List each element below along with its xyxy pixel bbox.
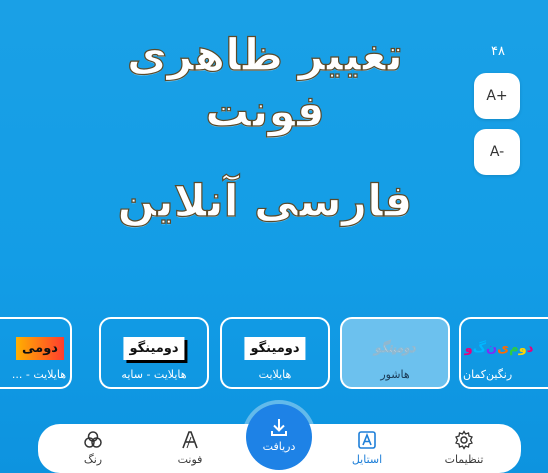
app-root: تغییر ظاهری فونت فارسی آنلاین ۴۸ A+ A- د…: [0, 0, 548, 473]
rainbow-letter: گ: [472, 341, 487, 356]
download-button[interactable]: دریافت: [246, 404, 312, 470]
style-icon: [358, 431, 376, 449]
preview-line-1: تغییر ظاهری فونت: [126, 29, 404, 137]
rainbow-letter: و: [464, 341, 473, 356]
style-sample-partial: دومی: [16, 337, 64, 360]
style-card-highlight[interactable]: دومینگو هایلایت: [220, 317, 330, 389]
style-card-partial[interactable]: دومی هایلایت - ...: [0, 317, 72, 389]
download-label: دریافت: [262, 440, 296, 453]
style-card-label: هایلایت - ...: [11, 368, 66, 381]
nav-color[interactable]: رنگ: [58, 430, 128, 466]
nav-color-label: رنگ: [83, 453, 103, 466]
style-card-label: رنگین‌کمان: [463, 368, 513, 381]
rainbow-letter: د: [526, 341, 534, 356]
text-preview: تغییر ظاهری فونت فارسی آنلاین: [60, 28, 470, 230]
style-card-rainbow[interactable]: دومینگو رنگین‌کمان: [459, 317, 548, 389]
nav-settings-label: تنظیمات: [444, 453, 484, 466]
style-card-label: هاشور: [380, 368, 410, 381]
style-sample-highlight-shadow: دومینگو: [123, 337, 185, 360]
nav-font-label: فونت: [177, 453, 203, 466]
style-sample-hatch: دومینگو: [374, 341, 416, 357]
font-size-value: ۴۸: [491, 44, 505, 59]
rainbow-letter: ن: [486, 341, 498, 356]
nav-style-label: استایل: [351, 453, 383, 466]
style-card-label: هایلایت: [258, 368, 292, 381]
gear-icon: [455, 430, 473, 450]
font-icon: [182, 431, 198, 449]
rainbow-letter: و: [518, 341, 527, 356]
style-card-hatch[interactable]: دومینگو هاشور: [340, 317, 450, 389]
rainbow-letter: م: [509, 341, 519, 356]
decrease-size-button[interactable]: A-: [474, 129, 520, 175]
nav-style[interactable]: استایل: [332, 430, 402, 466]
style-card-highlight-shadow[interactable]: دومینگو هایلایت - سایه: [99, 317, 209, 389]
rainbow-letter: ی: [497, 341, 510, 356]
nav-font[interactable]: فونت: [155, 430, 225, 466]
style-card-label: هایلایت - سایه: [121, 368, 187, 381]
circles-icon: [84, 431, 102, 448]
style-cards-row: دومی هایلایت - ... دومینگو هایلایت - سای…: [0, 317, 548, 391]
nav-settings[interactable]: تنظیمات: [429, 430, 499, 466]
preview-line-2: فارسی آنلاین: [117, 175, 413, 227]
style-sample-highlight: دومینگو: [244, 337, 306, 360]
download-icon: [271, 419, 287, 436]
style-sample-rainbow: دومینگو: [461, 337, 539, 360]
increase-size-button[interactable]: A+: [474, 73, 520, 119]
